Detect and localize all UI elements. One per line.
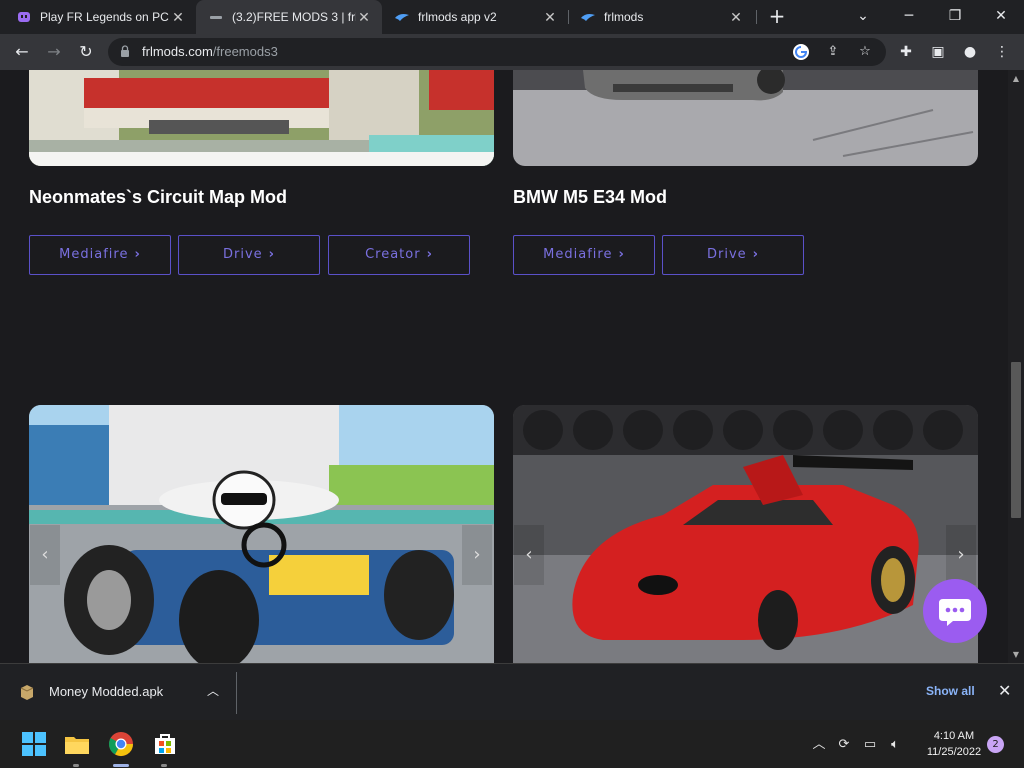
back-arrow-icon[interactable]: ← xyxy=(10,40,34,64)
minimize-button[interactable]: ─ xyxy=(886,0,932,34)
share-icon[interactable]: ⇪ xyxy=(824,43,842,61)
windows-taskbar: ︿ ⟳ ▭ 🔈︎ 4:10 AM 11/25/2022 xyxy=(0,720,1024,768)
url-domain: frlmods.com xyxy=(142,44,213,59)
carousel-prev-arrow-icon[interactable]: ‹ xyxy=(514,525,544,585)
twitch-like-icon xyxy=(18,12,30,22)
chevron-right-icon: › xyxy=(268,247,276,262)
bookmark-star-icon[interactable]: ☆ xyxy=(856,43,874,61)
button-label: Drive xyxy=(222,247,263,262)
chat-widget-button[interactable] xyxy=(923,579,987,643)
network-display-icon[interactable]: ▭ xyxy=(861,736,879,754)
tab-title: Play FR Legends on PC xyxy=(40,10,169,24)
scroll-up-arrow-icon[interactable]: ▲ xyxy=(1008,72,1024,86)
button-label: Drive xyxy=(706,247,747,262)
tab-title: frlmods app v2 xyxy=(418,10,497,24)
chevron-right-icon: › xyxy=(426,247,433,262)
download-separator xyxy=(236,672,237,714)
package-file-icon xyxy=(20,685,34,700)
tab-free-mods-3[interactable]: (3.2)FREE MODS 3 | frl ✕ xyxy=(196,0,382,34)
notification-count-badge[interactable]: 2 xyxy=(987,736,1004,753)
restore-button[interactable]: ❐ xyxy=(932,0,978,34)
mod-image-bmw-m5[interactable] xyxy=(513,70,978,166)
drive-button[interactable]: Drive › xyxy=(178,235,320,275)
button-label: Creator xyxy=(365,247,421,262)
tab-close-icon[interactable]: ✕ xyxy=(356,9,372,26)
chevron-right-icon: › xyxy=(752,247,760,262)
button-label: Mediafire xyxy=(59,247,129,262)
tab-close-icon[interactable]: ✕ xyxy=(728,9,744,26)
tab-play-fr-legends[interactable]: Play FR Legends on PC ✕ xyxy=(0,0,196,34)
mod-image-red-sports-car[interactable] xyxy=(513,405,978,663)
windows-start-icon[interactable] xyxy=(20,730,48,758)
frlmods-logo-icon xyxy=(581,14,595,21)
active-app-indicator xyxy=(113,764,129,767)
sync-alert-icon[interactable]: ⟳ xyxy=(835,736,853,754)
forward-arrow-icon[interactable]: → xyxy=(42,40,66,64)
mod-title-circuit-map[interactable]: Neonmates`s Circuit Map Mod xyxy=(29,187,287,208)
tab-close-icon[interactable]: ✕ xyxy=(542,9,558,26)
chevron-up-icon[interactable]: ︿ xyxy=(205,682,221,699)
carousel-prev-arrow-icon[interactable]: ‹ xyxy=(30,525,60,585)
show-all-downloads-link[interactable]: Show all xyxy=(926,684,975,698)
page-favicon-icon xyxy=(210,16,222,19)
download-bar: Money Modded.apk ︿ Show all ✕ xyxy=(0,663,1024,720)
tab-close-icon[interactable]: ✕ xyxy=(170,9,186,26)
app-indicator xyxy=(73,764,79,767)
carousel-next-arrow-icon[interactable]: › xyxy=(462,525,492,585)
microsoft-store-icon[interactable] xyxy=(151,730,179,758)
carousel-next-arrow-icon[interactable]: › xyxy=(946,525,976,585)
address-bar[interactable]: frlmods.com/freemods3 ⇪ ☆ xyxy=(108,38,886,66)
side-panel-icon[interactable]: ▣ xyxy=(928,42,948,62)
chevron-right-icon: › xyxy=(618,247,625,262)
app-indicator xyxy=(161,764,167,767)
tab-frlmods[interactable]: frlmods ✕ xyxy=(568,0,754,34)
page-content: Neonmates`s Circuit Map Mod BMW M5 E34 M… xyxy=(0,70,1008,663)
download-filename[interactable]: Money Modded.apk xyxy=(49,684,163,699)
chat-bubble-icon xyxy=(939,599,971,626)
reload-icon[interactable]: ↻ xyxy=(74,40,98,64)
show-hidden-icons-chevron-icon[interactable]: ︿ xyxy=(810,736,828,754)
volume-speaker-icon[interactable]: 🔈︎ xyxy=(886,736,904,754)
tab-separator xyxy=(756,10,757,24)
tab-strip: Play FR Legends on PC ✕ (3.2)FREE MODS 3… xyxy=(0,0,1024,34)
google-translate-icon[interactable] xyxy=(792,43,810,61)
drive-button[interactable]: Drive › xyxy=(662,235,804,275)
window-close-button[interactable]: ✕ xyxy=(978,0,1024,34)
url-text[interactable]: frlmods.com/freemods3 xyxy=(142,44,278,59)
lock-icon[interactable] xyxy=(120,45,130,57)
mod-image-circuit-map[interactable] xyxy=(29,70,494,166)
browser-toolbar: ← → ↻ frlmods.com/freemods3 ⇪ ☆ ✚ ▣ ● ⋮ xyxy=(0,34,1024,70)
close-download-bar-icon[interactable]: ✕ xyxy=(998,681,1011,700)
tab-title: frlmods xyxy=(604,10,644,24)
button-label: Mediafire xyxy=(543,247,613,262)
tab-search-chevron-icon[interactable]: ⌄ xyxy=(840,0,886,34)
file-explorer-icon[interactable] xyxy=(63,730,91,758)
scroll-down-arrow-icon[interactable]: ▼ xyxy=(1008,648,1024,662)
url-path: /freemods3 xyxy=(212,44,278,59)
creator-button[interactable]: Creator › xyxy=(328,235,470,275)
tab-frlmods-app-v2[interactable]: frlmods app v2 ✕ xyxy=(382,0,568,34)
new-tab-button[interactable]: + xyxy=(766,5,788,27)
mediafire-button[interactable]: Mediafire › xyxy=(29,235,171,275)
chevron-right-icon: › xyxy=(134,247,141,262)
menu-kebab-icon[interactable]: ⋮ xyxy=(992,42,1012,62)
mod-image-go-kart[interactable] xyxy=(29,405,494,663)
page-scrollbar[interactable]: ▲ ▼ xyxy=(1008,70,1024,663)
profile-avatar-icon[interactable]: ● xyxy=(960,42,980,62)
tab-title: (3.2)FREE MODS 3 | frl xyxy=(232,10,356,24)
mod-title-bmw-m5[interactable]: BMW M5 E34 Mod xyxy=(513,187,667,208)
extensions-puzzle-icon[interactable]: ✚ xyxy=(896,42,916,62)
mediafire-button[interactable]: Mediafire › xyxy=(513,235,655,275)
chrome-icon[interactable] xyxy=(107,730,135,758)
frlmods-logo-icon xyxy=(395,14,409,21)
scrollbar-thumb[interactable] xyxy=(1011,362,1021,518)
